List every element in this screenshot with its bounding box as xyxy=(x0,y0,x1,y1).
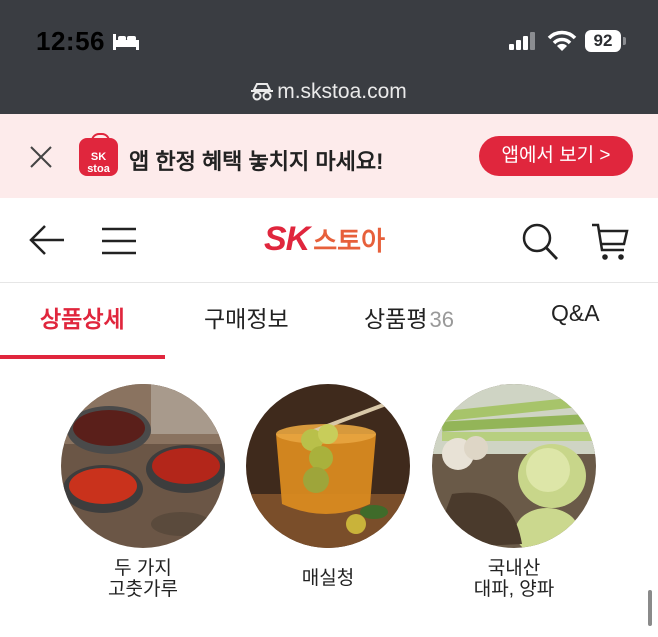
tab-reviews[interactable]: 상품평36 xyxy=(364,300,454,334)
back-arrow-icon[interactable] xyxy=(28,222,66,263)
tab-qna[interactable]: Q&A xyxy=(551,300,600,327)
item-caption-line1: 매실청 xyxy=(301,568,355,589)
battery-tip xyxy=(623,37,626,45)
wifi-icon xyxy=(547,30,577,57)
item-caption: 매실청 xyxy=(238,558,418,589)
tab-product-detail[interactable]: 상품상세 xyxy=(40,300,125,334)
bed-icon xyxy=(112,32,140,57)
menu-icon[interactable] xyxy=(101,226,137,261)
item-caption: 두 가지 고춧가루 xyxy=(53,558,233,600)
url-text: m.skstoa.com xyxy=(277,80,407,103)
app-icon-text: SK stoa xyxy=(87,151,110,175)
cart-icon[interactable] xyxy=(591,222,629,267)
battery-icon: 92 xyxy=(585,30,621,52)
item-caption: 국내산 대파, 양파 xyxy=(424,558,604,600)
bag-handle xyxy=(91,133,110,144)
status-time: 12:56 xyxy=(36,26,105,56)
chili-powder-image xyxy=(61,384,225,548)
logo-stoa: 스토아 xyxy=(313,226,385,256)
item-caption-line2: 고춧가루 xyxy=(108,579,178,600)
banner-text: 앱 한정 혜택 놓치지 마세요! xyxy=(129,149,384,174)
open-in-app-button[interactable]: 앱에서 보기 > xyxy=(479,136,633,176)
incognito-icon xyxy=(251,83,274,101)
green-onion-onion-image xyxy=(432,384,596,548)
tab-reviews-label: 상품평 xyxy=(364,306,428,332)
item-caption-line2: 대파, 양파 xyxy=(473,579,555,600)
review-count: 36 xyxy=(429,307,454,332)
sk-stoa-logo[interactable]: SK 스토아 xyxy=(264,220,385,260)
app-icon: SK stoa xyxy=(79,133,118,176)
active-tab-underline xyxy=(0,355,165,359)
plum-syrup-image xyxy=(246,384,410,548)
address-bar[interactable]: m.skstoa.com xyxy=(0,80,658,104)
item-caption-line1: 국내산 xyxy=(487,558,541,579)
scrollbar[interactable] xyxy=(648,590,652,626)
item-caption-line1: 두 가지 xyxy=(114,558,172,579)
cellular-signal-icon xyxy=(509,32,537,55)
logo-sk: SK xyxy=(264,220,310,258)
search-icon[interactable] xyxy=(521,222,559,267)
tab-purchase-info[interactable]: 구매정보 xyxy=(204,300,289,334)
close-icon[interactable] xyxy=(28,144,54,175)
